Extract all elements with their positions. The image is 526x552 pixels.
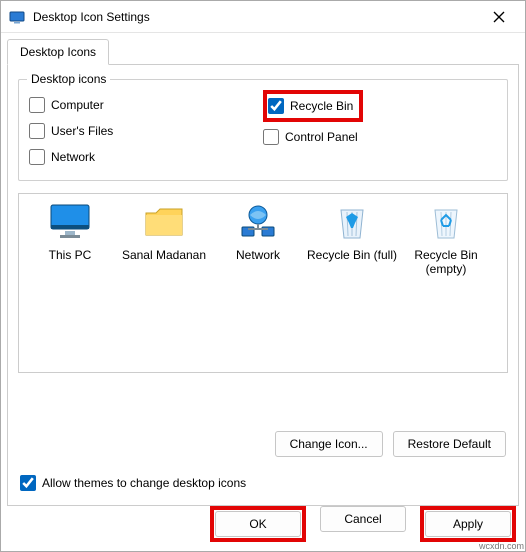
checkbox-label: User's Files: [51, 124, 113, 138]
icon-item-network[interactable]: Network: [211, 202, 305, 262]
icon-label: This PC: [23, 248, 117, 262]
checkbox-label: Allow themes to change desktop icons: [42, 476, 246, 490]
checkbox-computer[interactable]: Computer: [29, 94, 263, 116]
dialog-window: Desktop Icon Settings Desktop Icons Desk…: [0, 0, 526, 552]
close-icon: [493, 11, 505, 23]
checkbox-label: Network: [51, 150, 95, 164]
cancel-button[interactable]: Cancel: [320, 506, 406, 532]
tabs-container: Desktop Icons Desktop icons Computer Use…: [7, 39, 519, 506]
icon-label: Network: [211, 248, 305, 262]
highlight-ok: OK: [210, 506, 306, 542]
folder-icon: [140, 202, 188, 242]
checkbox-label: Control Panel: [285, 130, 358, 144]
close-button[interactable]: [479, 3, 519, 31]
highlight-recycle-bin: Recycle Bin: [263, 90, 363, 122]
recycle-full-icon: [328, 202, 376, 242]
checkbox-recycle-bin[interactable]: Recycle Bin: [268, 95, 353, 117]
icon-item-this-pc[interactable]: This PC: [23, 202, 117, 262]
apply-button[interactable]: Apply: [425, 511, 511, 537]
tab-panel: Desktop icons Computer User's Files: [7, 64, 519, 506]
icon-label: Sanal Madanan: [117, 248, 211, 262]
network-icon: [234, 202, 282, 242]
checkbox-network[interactable]: Network: [29, 146, 263, 168]
icon-buttons-row: Change Icon... Restore Default: [275, 431, 506, 457]
checkbox-users-files[interactable]: User's Files: [29, 120, 263, 142]
watermark: wcxdn.com: [479, 541, 524, 551]
icon-item-user[interactable]: Sanal Madanan: [117, 202, 211, 262]
ok-button[interactable]: OK: [215, 511, 301, 537]
checkbox-label: Recycle Bin: [290, 99, 353, 113]
checkbox-allow-themes[interactable]: Allow themes to change desktop icons: [20, 475, 246, 491]
highlight-apply: Apply: [420, 506, 516, 542]
titlebar: Desktop Icon Settings: [1, 1, 525, 33]
app-icon: [9, 9, 25, 25]
icon-item-recycle-empty[interactable]: Recycle Bin (empty): [399, 202, 493, 276]
checkbox-label: Computer: [51, 98, 104, 112]
window-title: Desktop Icon Settings: [33, 10, 479, 24]
icon-label: Recycle Bin (empty): [399, 248, 493, 276]
icon-item-recycle-full[interactable]: Recycle Bin (full): [305, 202, 399, 262]
icon-preview-list[interactable]: This PC Sanal Madanan: [18, 193, 508, 373]
change-icon-button[interactable]: Change Icon...: [275, 431, 383, 457]
recycle-empty-icon: [422, 202, 470, 242]
dialog-buttons: OK Cancel Apply: [210, 506, 516, 542]
icon-label: Recycle Bin (full): [305, 248, 399, 262]
desktop-icons-group: Desktop icons Computer User's Files: [18, 79, 508, 181]
monitor-icon: [46, 202, 94, 242]
tab-desktop-icons[interactable]: Desktop Icons: [7, 39, 109, 65]
group-label: Desktop icons: [27, 72, 110, 86]
restore-default-button[interactable]: Restore Default: [393, 431, 506, 457]
checkbox-control-panel[interactable]: Control Panel: [263, 126, 497, 148]
